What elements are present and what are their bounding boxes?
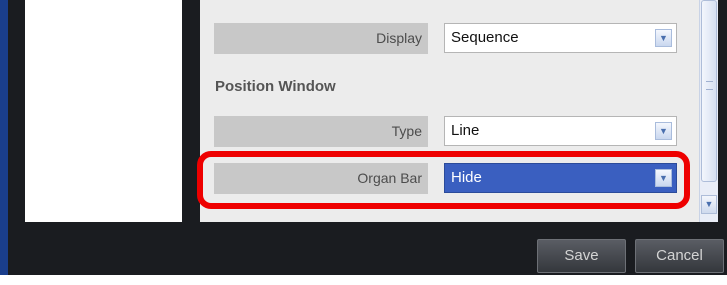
chevron-down-icon[interactable]: ▼ [655,29,672,47]
dialog-window: Display Sequence ▼ Position Window Type … [0,0,727,275]
window-border [0,0,8,275]
highlight-annotation [197,151,690,209]
save-button[interactable]: Save [537,239,626,273]
scroll-down-icon[interactable]: ▼ [701,195,717,214]
grip-icon [706,81,713,90]
type-label: Type [214,116,428,147]
cancel-button[interactable]: Cancel [635,239,724,273]
vertical-scrollbar[interactable]: ▼ [699,0,718,222]
type-select[interactable]: Line ▼ [444,116,677,146]
chevron-down-icon[interactable]: ▼ [655,122,672,140]
display-label: Display [214,23,428,54]
section-heading-position-window: Position Window [215,78,336,95]
preview-panel [25,0,182,222]
display-select[interactable]: Sequence ▼ [444,23,677,53]
display-value: Sequence [451,29,519,46]
type-value: Line [451,122,480,139]
scroll-thumb[interactable] [701,0,717,182]
